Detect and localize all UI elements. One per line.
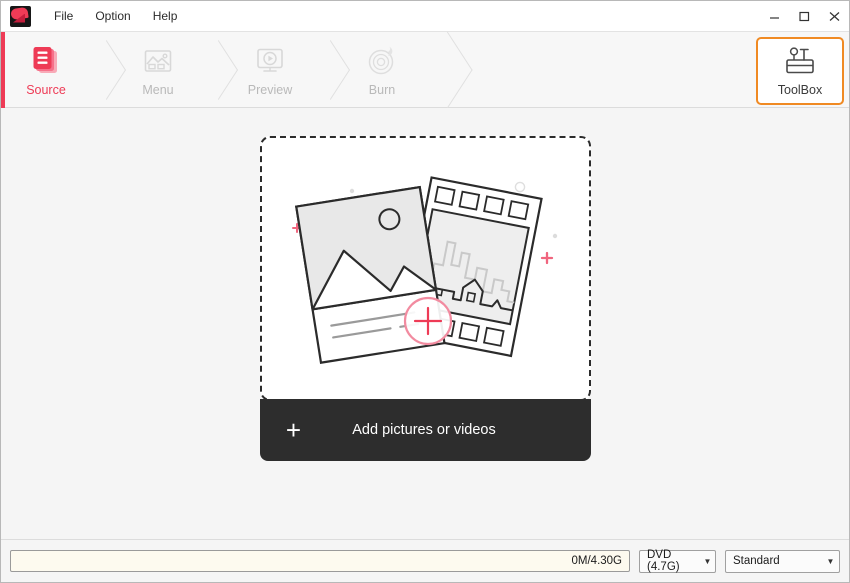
close-button[interactable]	[819, 1, 849, 32]
photos-and-filmstrip-illustration	[262, 138, 589, 399]
title-bar: File Option Help	[1, 1, 849, 32]
decor-dot-4	[552, 234, 556, 238]
step-navigation-bar: Source Menu	[1, 32, 849, 108]
app-logo-icon	[10, 6, 31, 27]
step-divider-3	[315, 32, 337, 107]
step-label-source: Source	[26, 83, 66, 97]
maximize-button[interactable]	[789, 1, 819, 32]
plus-circle-icon	[405, 298, 451, 344]
drop-zone[interactable]	[260, 136, 591, 401]
step-source[interactable]: Source	[1, 32, 91, 107]
main-content: + Add pictures or videos	[1, 108, 849, 539]
quality-select[interactable]: Standard ▼	[725, 550, 840, 573]
step-divider-4	[427, 32, 449, 107]
window-controls	[759, 1, 849, 32]
toolbox-label: ToolBox	[778, 83, 822, 97]
add-media-label: Add pictures or videos	[320, 422, 529, 438]
play-monitor-icon	[253, 46, 287, 76]
menu-option[interactable]: Option	[84, 4, 141, 28]
documents-icon	[29, 46, 63, 76]
disc-type-select[interactable]: DVD (4.7G) ▼	[639, 550, 716, 573]
quality-value: Standard	[733, 555, 822, 567]
step-menu[interactable]: Menu	[113, 32, 203, 107]
decor-spark-right	[542, 253, 552, 263]
disc-type-value: DVD (4.7G)	[647, 549, 700, 573]
step-label-burn: Burn	[369, 83, 395, 97]
maximize-icon	[799, 11, 810, 22]
step-divider-1	[91, 32, 113, 107]
application-window: File Option Help	[0, 0, 850, 583]
step-preview[interactable]: Preview	[225, 32, 315, 107]
menu-bar: File Option Help	[43, 4, 188, 28]
minimize-icon	[769, 11, 780, 22]
step-label-preview: Preview	[248, 83, 292, 97]
plus-icon: +	[268, 417, 320, 443]
step-burn[interactable]: Burn	[337, 32, 427, 107]
close-icon	[829, 11, 840, 22]
step-list: Source Menu	[1, 32, 449, 107]
capacity-text: 0M/4.30G	[572, 555, 623, 567]
toolbox-button[interactable]: ToolBox	[756, 37, 844, 105]
add-media-button[interactable]: + Add pictures or videos	[260, 399, 591, 461]
menu-help[interactable]: Help	[142, 4, 189, 28]
decor-dot-1	[349, 189, 353, 193]
step-label-menu: Menu	[142, 83, 173, 97]
image-gallery-icon	[141, 46, 175, 76]
step-divider-2	[203, 32, 225, 107]
disc-capacity-bar[interactable]: 0M/4.30G	[10, 550, 630, 572]
chevron-down-icon: ▼	[822, 557, 839, 566]
status-bar: 0M/4.30G DVD (4.7G) ▼ Standard ▼	[1, 539, 849, 582]
decor-dot-3	[515, 182, 524, 191]
menu-file[interactable]: File	[43, 4, 84, 28]
chevron-down-icon: ▼	[700, 557, 715, 566]
toolbox-icon	[783, 46, 817, 78]
burning-disc-icon	[365, 46, 399, 76]
minimize-button[interactable]	[759, 1, 789, 32]
add-media-card: + Add pictures or videos	[260, 136, 591, 461]
